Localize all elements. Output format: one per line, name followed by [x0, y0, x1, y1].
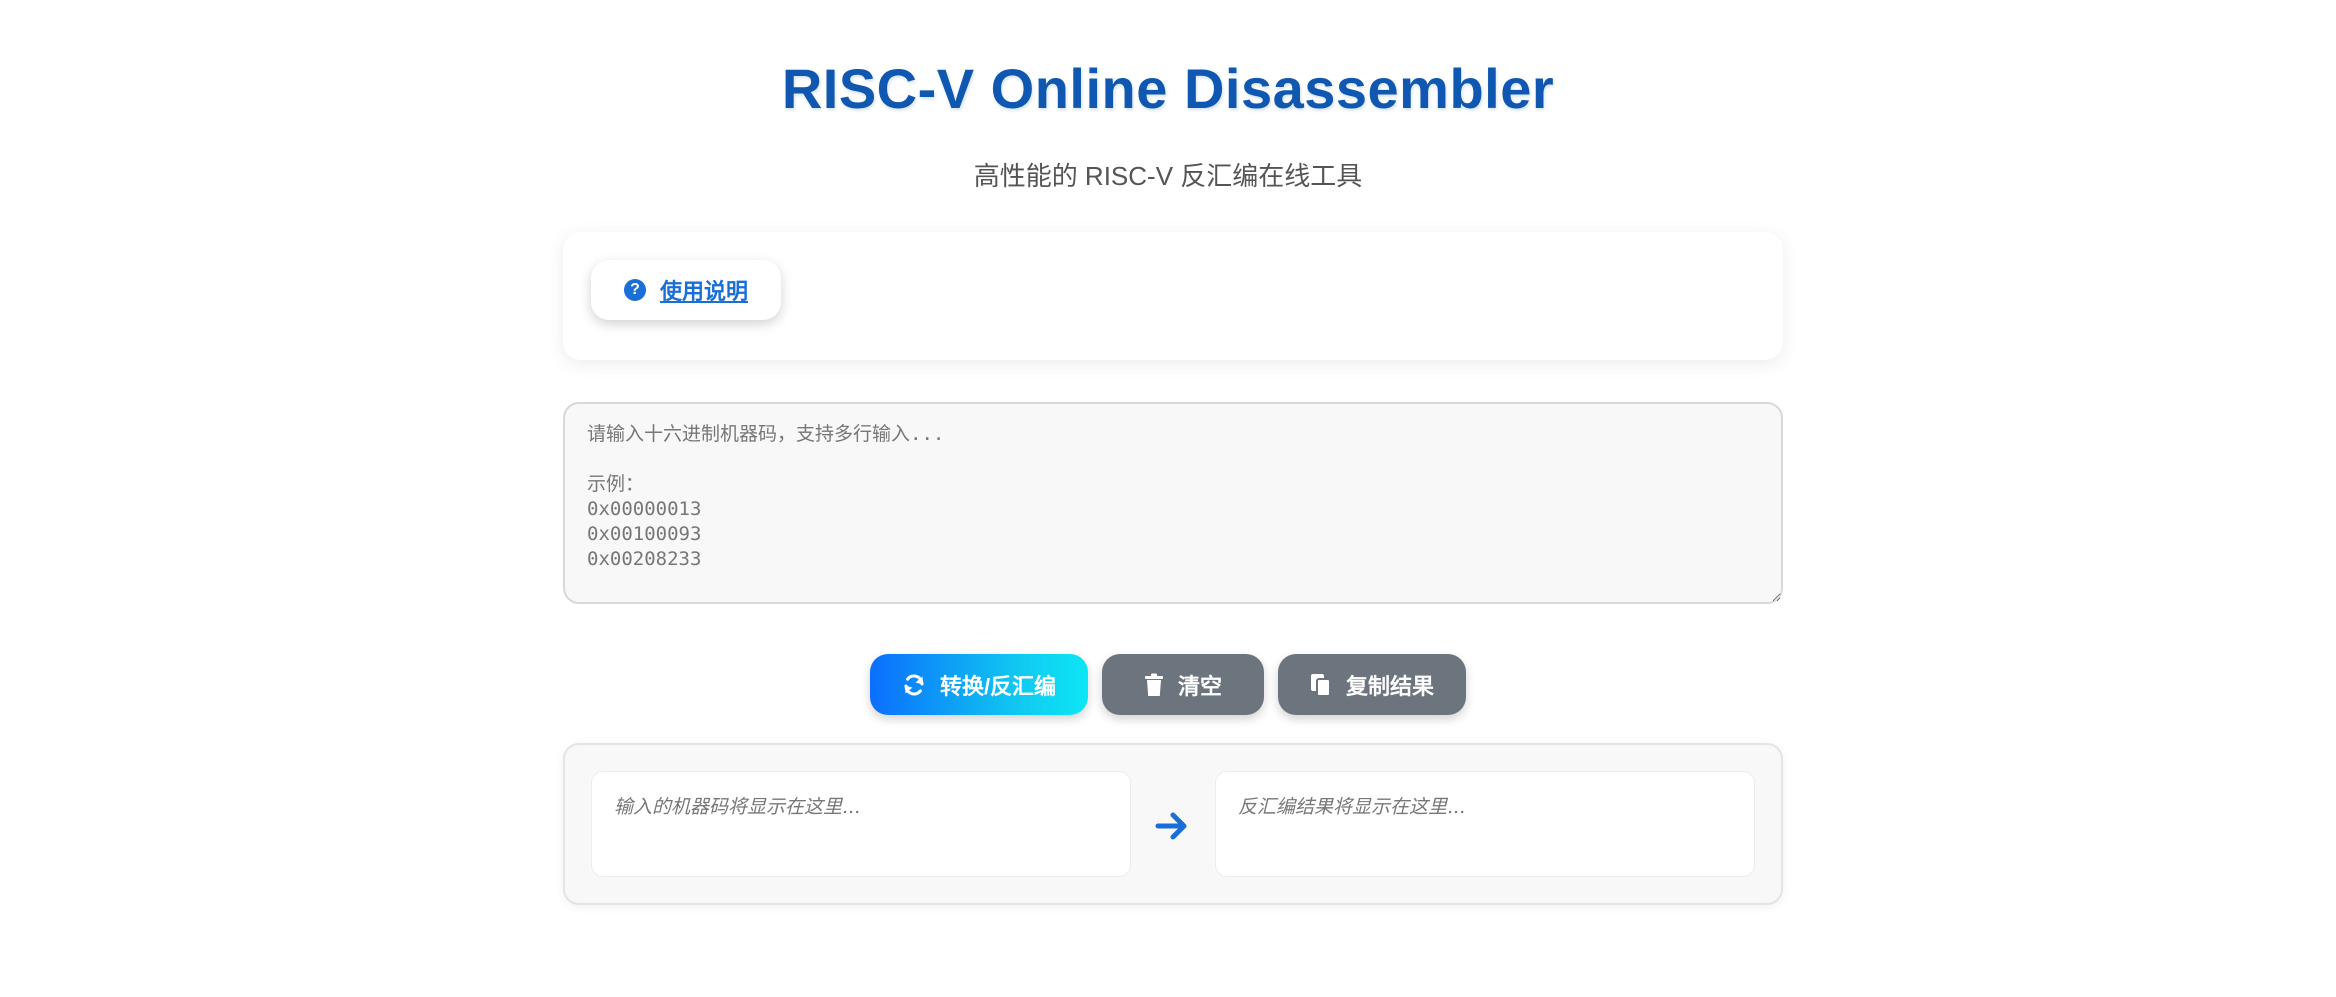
convert-label: 转换/反汇编 — [939, 673, 1057, 699]
refresh-icon — [902, 673, 926, 697]
help-card: ? 使用说明 — [563, 232, 1783, 360]
copy-icon — [1310, 673, 1332, 697]
copy-result-button[interactable]: 复制结果 — [1278, 654, 1466, 715]
clear-button[interactable]: 清空 — [1102, 654, 1264, 715]
page: RISC-V Online Disassembler 高性能的 RISC-V 反… — [0, 0, 2336, 997]
trash-icon — [1144, 673, 1164, 697]
input-echo-box: 输入的机器码将显示在这里... — [591, 771, 1131, 877]
page-subtitle: 高性能的 RISC-V 反汇编在线工具 — [973, 161, 1363, 191]
machine-code-input[interactable] — [563, 402, 1783, 604]
usage-guide-button[interactable]: ? 使用说明 — [591, 260, 781, 320]
disassembly-output-box: 反汇编结果将显示在这里... — [1215, 771, 1755, 877]
result-panel: 输入的机器码将显示在这里... 反汇编结果将显示在这里... — [563, 743, 1783, 905]
question-circle-icon: ? — [623, 279, 646, 301]
clear-label: 清空 — [1177, 673, 1222, 699]
action-buttons: 转换/反汇编 清空 复制结果 — [0, 654, 2336, 715]
convert-button[interactable]: 转换/反汇编 — [870, 654, 1088, 715]
usage-guide-label: 使用说明 — [659, 279, 748, 304]
copy-result-label: 复制结果 — [1345, 673, 1434, 699]
page-title: RISC-V Online Disassembler — [781, 57, 1555, 120]
arrow-right-icon — [1155, 812, 1187, 840]
